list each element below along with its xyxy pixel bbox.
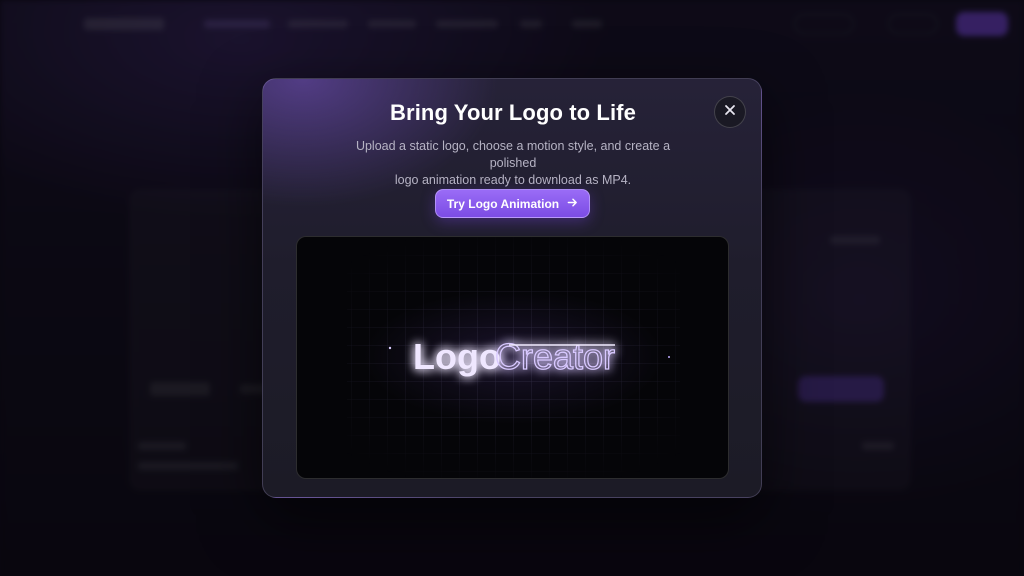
sparkle bbox=[668, 356, 670, 358]
modal-description-line: Upload a static logo, choose a motion st… bbox=[355, 139, 671, 170]
logo-word-logo: Logo bbox=[413, 336, 501, 377]
modal-description-line: logo animation ready to download as MP4. bbox=[394, 173, 632, 187]
logo-text-group: Logo Creator bbox=[413, 335, 616, 377]
try-logo-animation-button[interactable]: Try Logo Animation bbox=[435, 189, 590, 218]
modal-title: Bring Your Logo to Life bbox=[390, 100, 636, 125]
arrow-right-icon bbox=[567, 197, 578, 211]
modal-description: Upload a static logo, choose a motion st… bbox=[333, 138, 693, 189]
logo-animation-preview: Logo Creator bbox=[296, 236, 729, 479]
logo-word-creator: Creator bbox=[495, 336, 615, 377]
sparkle bbox=[388, 346, 392, 350]
preview-canvas: Logo Creator bbox=[347, 237, 680, 478]
cta-label: Try Logo Animation bbox=[446, 196, 560, 211]
logo-animation-modal: Bring Your Logo to Life Upload a static … bbox=[262, 78, 762, 498]
